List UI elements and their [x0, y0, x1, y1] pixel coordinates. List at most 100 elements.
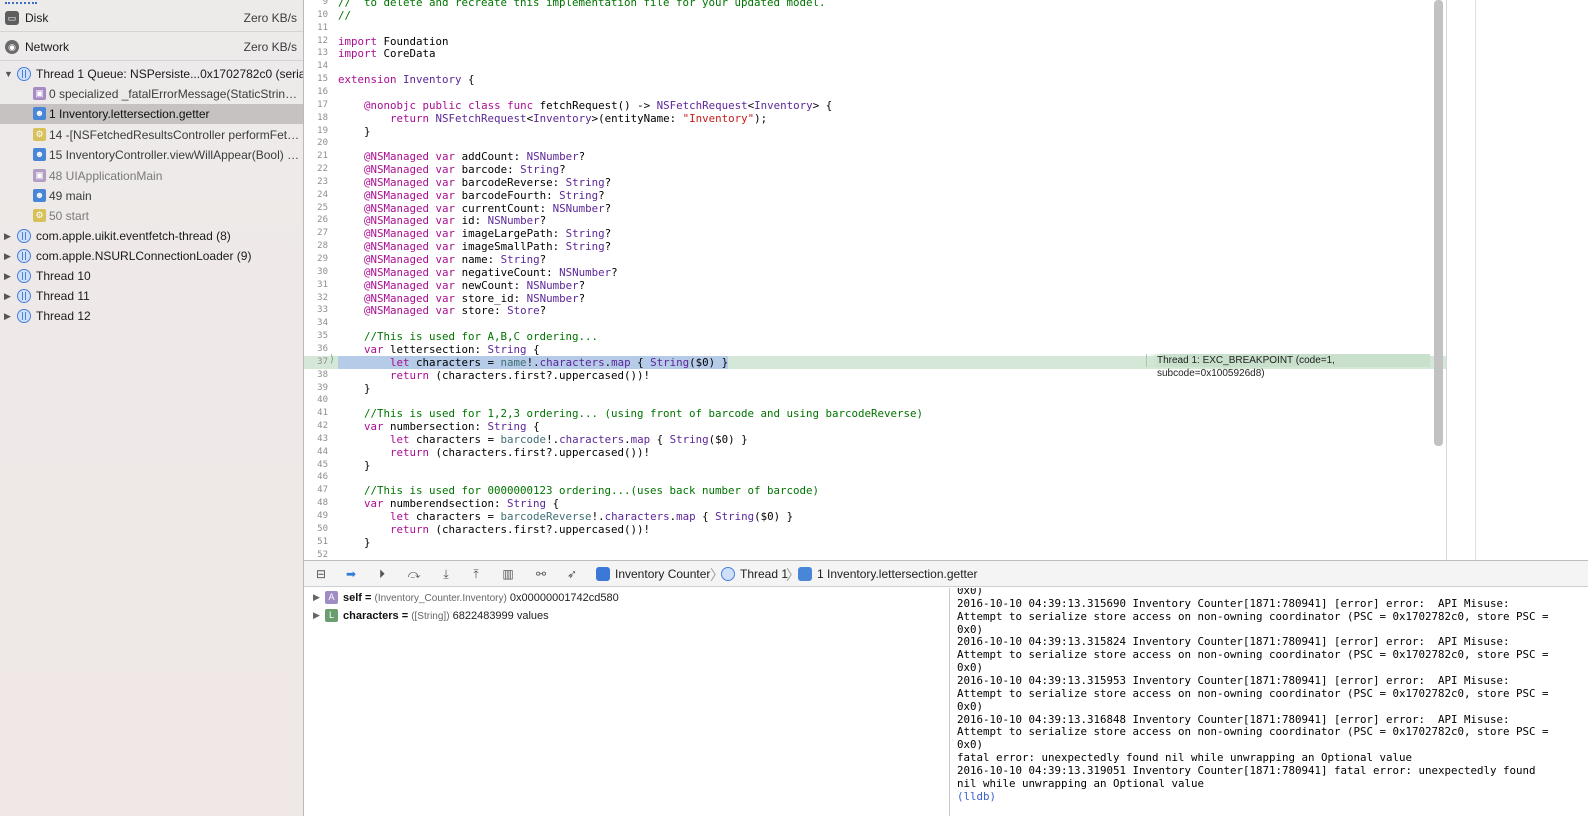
line-number[interactable]: 46 [304, 471, 328, 484]
line-number[interactable]: 32 [304, 292, 328, 305]
stack-frame-row[interactable]: ⚙ 50 start [0, 206, 303, 226]
line-number[interactable]: 21 [304, 150, 328, 163]
variable-row[interactable]: ▶ A self = (Inventory_Counter.Inventory)… [304, 589, 950, 607]
line-number[interactable]: 44 [304, 446, 328, 459]
line-number[interactable]: 25 [304, 202, 328, 215]
disclosure-closed-icon[interactable]: ▶ [313, 592, 320, 603]
disclosure-closed-icon[interactable]: ▶ [4, 310, 14, 322]
thread-row[interactable]: ▶ com.apple.uikit.eventfetch-thread (8) [0, 226, 303, 246]
line-number[interactable]: 28 [304, 240, 328, 253]
step-out-icon[interactable]: ⤒ [468, 567, 484, 581]
code-line[interactable]: 47 //This is used for 0000000123 orderin… [304, 484, 1446, 497]
line-number[interactable]: 34 [304, 317, 328, 330]
line-number[interactable]: 18 [304, 112, 328, 125]
code-line[interactable]: 12 import Foundation [304, 35, 1446, 48]
code-line[interactable]: 34 [304, 317, 1446, 330]
code-line[interactable]: 51 } [304, 536, 1446, 549]
editor-scrollbar[interactable] [1434, 0, 1443, 446]
line-number[interactable]: 17 [304, 99, 328, 112]
code-line[interactable]: 14 [304, 60, 1446, 73]
disclosure-closed-icon[interactable]: ▶ [4, 250, 14, 262]
code-line[interactable]: 17 @nonobjc public class func fetchReque… [304, 99, 1446, 112]
thread-row[interactable]: ▶ com.apple.NSURLConnectionLoader (9) [0, 246, 303, 266]
step-into-icon[interactable]: ⤓ [438, 567, 454, 581]
thread-row[interactable]: ▼ Thread 1 Queue: NSPersiste...0x1702782… [0, 64, 303, 84]
line-number[interactable]: 51 [304, 536, 328, 549]
line-number[interactable]: 14 [304, 60, 328, 73]
thread-row[interactable]: ▶ Thread 11 [0, 286, 303, 306]
disclosure-closed-icon[interactable]: ▶ [4, 270, 14, 282]
code-line[interactable]: 50 return (characters.first?.uppercased(… [304, 523, 1446, 536]
line-number[interactable]: 12 [304, 35, 328, 48]
breadcrumb-frame[interactable]: 1 Inventory.lettersection.getter [817, 567, 978, 581]
disclosure-closed-icon[interactable]: ▶ [4, 230, 14, 242]
line-number[interactable]: 48 [304, 497, 328, 510]
line-number[interactable]: 41 [304, 407, 328, 420]
line-number[interactable]: 47 [304, 484, 328, 497]
stack-frame-row[interactable]: ☻ 15 InventoryController.viewWillAppear(… [0, 145, 303, 165]
breakpoints-toggle-icon[interactable]: ➡ [342, 567, 360, 581]
code-line[interactable]: 27 @NSManaged var imageLargePath: String… [304, 227, 1446, 240]
code-line[interactable]: 38 return (characters.first?.uppercased(… [304, 369, 1446, 382]
code-line[interactable]: 40 [304, 394, 1446, 407]
code-line[interactable]: 32 @NSManaged var store_id: NSNumber? [304, 292, 1446, 305]
memory-graph-icon[interactable]: ⚯ [532, 567, 550, 581]
breadcrumb-app[interactable]: Inventory Counter [615, 567, 710, 581]
thread-row[interactable]: ▶ Thread 10 [0, 266, 303, 286]
line-number[interactable]: 45 [304, 459, 328, 472]
code-line[interactable]: 19 } [304, 125, 1446, 138]
code-line[interactable]: 22 @NSManaged var barcode: String? [304, 163, 1446, 176]
stack-frame-row[interactable]: ⚙ 14 -[NSFetchedResultsController perfor… [0, 125, 303, 145]
line-number[interactable]: 33 [304, 304, 328, 317]
code-line[interactable]: 16 [304, 86, 1446, 99]
code-line[interactable]: 24 @NSManaged var barcodeFourth: String? [304, 189, 1446, 202]
code-line[interactable]: 44 return (characters.first?.uppercased(… [304, 446, 1446, 459]
line-number[interactable]: 19 [304, 125, 328, 138]
code-line[interactable]: 41 //This is used for 1,2,3 ordering... … [304, 407, 1446, 420]
line-number[interactable]: 9 [304, 0, 328, 9]
source-editor[interactable]: 9 // to delete and recreate this implemen… [304, 0, 1446, 560]
code-line[interactable]: 30 @NSManaged var negativeCount: NSNumbe… [304, 266, 1446, 279]
line-number[interactable]: 49 [304, 510, 328, 523]
code-line[interactable]: 31 @NSManaged var newCount: NSNumber? [304, 279, 1446, 292]
code-line[interactable]: 43 let characters = barcode!.characters.… [304, 433, 1446, 446]
line-number[interactable]: 52 [304, 549, 328, 560]
line-number[interactable]: 35 [304, 330, 328, 343]
stack-frame-row[interactable]: ☻ 49 main [0, 186, 303, 206]
stack-frame-row[interactable]: ▣ 0 specialized _fatalErrorMessage(Stati… [0, 84, 303, 104]
line-number[interactable]: 29 [304, 253, 328, 266]
line-number[interactable]: 30 [304, 266, 328, 279]
line-number[interactable]: 27 [304, 227, 328, 240]
disk-gauge[interactable]: ▭ Disk Zero KB/s [0, 4, 303, 32]
line-number[interactable]: 43 [304, 433, 328, 446]
line-number[interactable]: 37 [304, 356, 328, 369]
disclosure-closed-icon[interactable]: ▶ [4, 290, 14, 302]
code-line[interactable]: 35 //This is used for A,B,C ordering... [304, 330, 1446, 343]
disclosure-open-icon[interactable]: ▼ [4, 68, 14, 80]
stack-frame-row-selected[interactable]: ☻ 1 Inventory.lettersection.getter [0, 104, 303, 124]
code-line[interactable]: 15 extension Inventory { [304, 73, 1446, 86]
lldb-prompt[interactable]: (lldb) [957, 790, 1588, 803]
code-line[interactable]: 9 // to delete and recreate this implemen… [304, 0, 1446, 9]
code-line[interactable]: 39 } [304, 382, 1446, 395]
line-number[interactable]: 15 [304, 73, 328, 86]
thread-row[interactable]: ▶ Thread 12 [0, 306, 303, 326]
code-line[interactable]: 25 @NSManaged var currentCount: NSNumber… [304, 202, 1446, 215]
code-line[interactable]: 42 var numbersection: String { [304, 420, 1446, 433]
continue-icon[interactable]: ⏵ [374, 567, 390, 581]
line-number[interactable]: 20 [304, 137, 328, 150]
code-line[interactable]: 49 let characters = barcodeReverse!.char… [304, 510, 1446, 523]
code-line[interactable]: 28 @NSManaged var imageSmallPath: String… [304, 240, 1446, 253]
code-line[interactable]: 33 @NSManaged var store: Store? [304, 304, 1446, 317]
code-line[interactable]: 13 import CoreData [304, 47, 1446, 60]
disclosure-closed-icon[interactable]: ▶ [313, 610, 320, 621]
line-number[interactable]: 24 [304, 189, 328, 202]
code-line[interactable]: 45 } [304, 459, 1446, 472]
line-number[interactable]: 38 [304, 369, 328, 382]
step-over-icon[interactable]: ⤼ [406, 567, 422, 581]
line-number[interactable]: 16 [304, 86, 328, 99]
hide-debug-area-icon[interactable]: ⊟ [314, 567, 328, 581]
code-line[interactable]: 18 return NSFetchRequest<Inventory>(enti… [304, 112, 1446, 125]
line-number[interactable]: 22 [304, 163, 328, 176]
instruction-pointer-icon[interactable]: ⟩ [330, 355, 340, 365]
